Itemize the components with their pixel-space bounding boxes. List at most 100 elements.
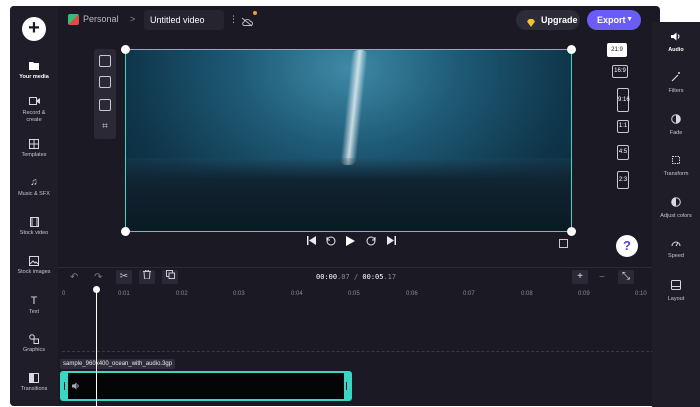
play-icon[interactable] (346, 236, 355, 249)
tick-label: 0:04 (291, 291, 303, 297)
folder-icon (29, 61, 39, 71)
ratio-16-9[interactable]: 16:9 (612, 65, 628, 78)
transitions-icon (29, 373, 39, 383)
transform-icon (652, 155, 700, 168)
chevron-down-icon: ▼ (626, 16, 633, 23)
tick-label: 0:03 (233, 291, 245, 297)
video-clip[interactable] (60, 371, 352, 401)
ratio-21-9[interactable]: 21:9 (607, 43, 627, 57)
rewind-5-icon[interactable] (326, 236, 336, 249)
top-bar: Personal > Untitled video ⋮ Upgrade Expo… (58, 6, 660, 36)
sidebar-item-transitions[interactable]: Transitions (10, 373, 58, 393)
track-separator (62, 351, 654, 352)
crop-icon[interactable]: ⌗ (99, 121, 111, 133)
templates-icon (29, 139, 39, 149)
camera-icon (29, 97, 40, 107)
sidebar-item-graphics[interactable]: Graphics (10, 334, 58, 354)
ratio-4-5[interactable]: 4:5 (617, 145, 629, 160)
clip-trim-handle-left[interactable] (62, 373, 68, 399)
playhead-line (96, 290, 97, 406)
sidebar-item-templates[interactable]: Templates (10, 139, 58, 159)
cloud-offline-icon[interactable] (241, 14, 253, 27)
clip-name-label: sample_960x400_ocean_with_audio.3gp (60, 359, 176, 369)
ratio-2-3[interactable]: 2:3 (617, 171, 629, 189)
zoom-out-icon[interactable]: − (599, 272, 605, 283)
more-options-icon[interactable]: ⋮ (229, 14, 238, 25)
image-icon (29, 256, 39, 266)
breadcrumb-project[interactable]: Personal (83, 14, 119, 24)
wand-icon (652, 72, 700, 85)
timecode: 00:00.07 / 00:05.17 (316, 273, 397, 281)
resize-handle-bottom-right[interactable] (567, 227, 576, 236)
video-title-input[interactable]: Untitled video (144, 10, 224, 30)
sidebar-item-text[interactable]: T Text (10, 296, 58, 316)
redo-icon[interactable]: ↷ (94, 272, 102, 283)
project-icon (68, 14, 79, 25)
resize-handle-top-right[interactable] (567, 45, 576, 54)
speed-icon (652, 238, 700, 250)
panel-item-fade[interactable]: Fade (652, 114, 700, 137)
speaker-icon[interactable] (72, 382, 80, 392)
panel-item-audio[interactable]: Audio (652, 32, 700, 54)
sync-status-dot (253, 11, 257, 15)
panel-item-speed[interactable]: Speed (652, 238, 700, 260)
layout-icon (652, 280, 700, 293)
fit-icon[interactable] (99, 55, 111, 67)
panel-item-filters[interactable]: Filters (652, 72, 700, 95)
ratio-1-1[interactable]: 1:1 (617, 120, 629, 133)
panel-item-transform[interactable]: Transform (652, 155, 700, 178)
forward-5-icon[interactable] (366, 236, 376, 249)
panel-item-adjust-colors[interactable]: Adjust colors (652, 197, 700, 220)
sidebar-item-record-create[interactable]: Record & create (10, 97, 58, 123)
skip-forward-icon[interactable] (387, 236, 396, 248)
timeline-toolbar: ↶ ↷ ✂ 00:00.07 / 00:05.17 + − ⤡ (58, 267, 660, 287)
preview-frame-fish (126, 158, 571, 231)
fade-icon (652, 114, 700, 127)
speaker-icon (652, 32, 700, 44)
export-button[interactable]: Export ▼ (587, 10, 641, 30)
tick-label: 0:09 (578, 291, 590, 297)
sidebar-item-your-media[interactable]: Your media (10, 61, 58, 81)
text-icon: T (30, 295, 38, 307)
add-media-button[interactable]: + (22, 17, 46, 41)
music-icon: ♫ (30, 177, 38, 188)
breadcrumb-separator: > (130, 14, 136, 24)
delete-icon[interactable] (139, 269, 155, 284)
sidebar-item-music-sfx[interactable]: ♫ Music & SFX (10, 178, 58, 198)
resize-handle-bottom-left[interactable] (121, 227, 130, 236)
video-preview[interactable] (125, 49, 572, 232)
help-button[interactable]: ? (616, 235, 638, 257)
tick-label: 0:05 (348, 291, 360, 297)
shapes-icon (29, 334, 39, 344)
sidebar-item-stock-video[interactable]: Stock video (10, 217, 58, 237)
preview-tools: ⌗ (94, 49, 116, 139)
split-scissors-icon[interactable]: ✂ (116, 270, 132, 284)
tick-label: 0:01 (118, 291, 130, 297)
fit-timeline-icon[interactable]: ⤡ (618, 270, 634, 284)
fullscreen-icon[interactable] (559, 239, 568, 248)
right-properties-panel: Audio Filters Fade Transform Adjust colo… (652, 22, 700, 407)
tick-label: 0:07 (463, 291, 475, 297)
tick-label: 0 (62, 291, 66, 297)
undo-icon[interactable]: ↶ (70, 272, 78, 283)
sidebar-item-stock-images[interactable]: Stock images (10, 256, 58, 276)
upgrade-button[interactable]: Upgrade (516, 10, 580, 30)
ratio-9-16[interactable]: 9:16 (617, 88, 630, 112)
duplicate-icon[interactable] (162, 270, 178, 284)
tick-label: 0:06 (406, 291, 418, 297)
editor-window: + Your media Record & create Templates ♫… (10, 6, 660, 406)
preview-frame-swirl (339, 50, 369, 165)
skip-back-icon[interactable] (307, 236, 316, 248)
panel-item-layout[interactable]: Layout (652, 280, 700, 303)
fill-icon[interactable] (99, 76, 111, 88)
timeline-ruler[interactable]: 0 0:01 0:02 0:03 0:04 0:05 0:06 0:07 0:0… (58, 289, 660, 303)
picture-in-picture-icon[interactable] (99, 99, 111, 111)
left-sidebar: + Your media Record & create Templates ♫… (10, 6, 58, 406)
tick-label: 0:02 (176, 291, 188, 297)
clip-trim-handle-right[interactable] (344, 373, 350, 399)
tick-label: 0:08 (521, 291, 533, 297)
contrast-icon (652, 197, 700, 210)
zoom-in-button[interactable]: + (572, 270, 588, 284)
diamond-icon (526, 15, 536, 27)
resize-handle-top-left[interactable] (121, 45, 130, 54)
